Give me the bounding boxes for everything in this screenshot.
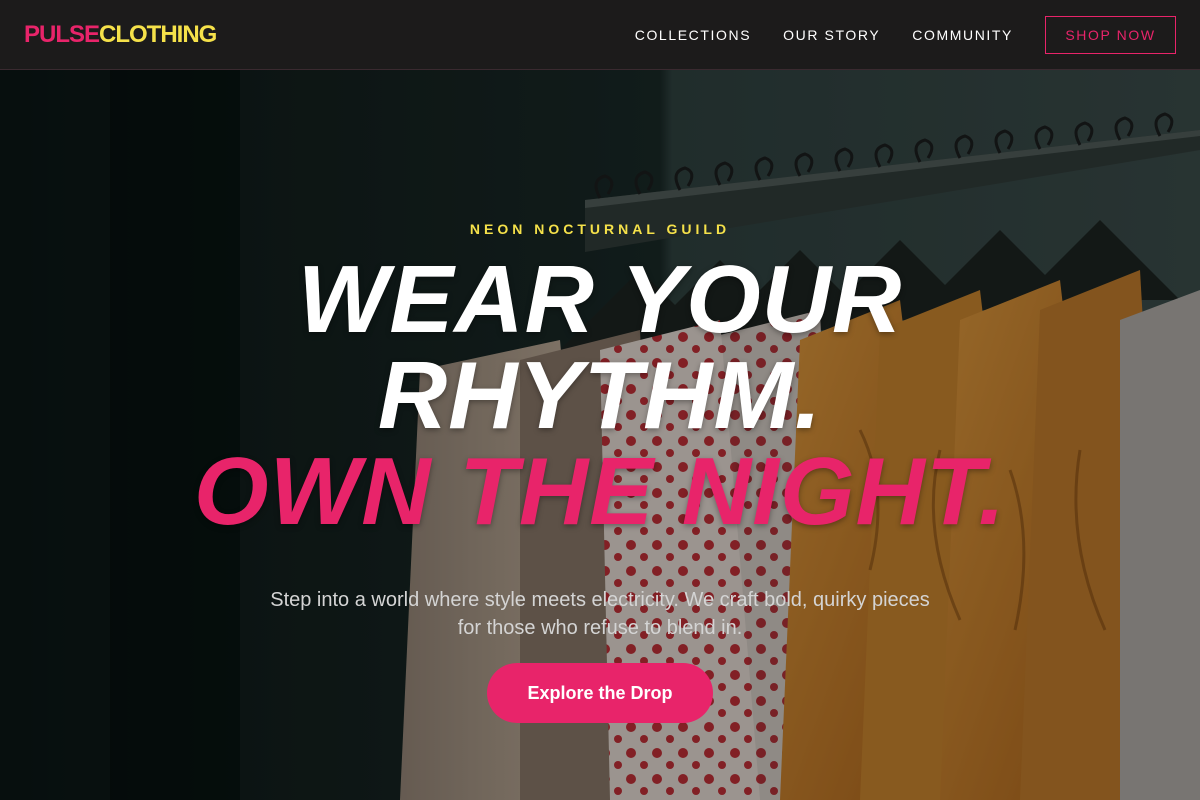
brand-logo[interactable]: PULSECLOTHING xyxy=(24,20,217,49)
nav-link-our-story[interactable]: OUR STORY xyxy=(783,27,880,43)
hero-headline: WEAR YOUR RHYTHM. OWN THE NIGHT. xyxy=(0,252,1200,540)
hero-content: NEON NOCTURNAL GUILD WEAR YOUR RHYTHM. O… xyxy=(0,70,1200,800)
nav-link-community[interactable]: COMMUNITY xyxy=(912,27,1013,43)
nav-link-collections[interactable]: COLLECTIONS xyxy=(635,27,751,43)
hero-subtext: Step into a world where style meets elec… xyxy=(270,589,930,639)
explore-drop-button[interactable]: Explore the Drop xyxy=(487,663,713,723)
hero-section: NEON NOCTURNAL GUILD WEAR YOUR RHYTHM. O… xyxy=(0,70,1200,800)
top-navbar: PULSECLOTHING COLLECTIONS OUR STORY COMM… xyxy=(0,0,1200,70)
brand-logo-part-1: PULSE xyxy=(24,20,100,48)
brand-logo-part-2: CLOTHING xyxy=(99,20,217,48)
headline-line-2: RHYTHM. xyxy=(377,342,823,449)
hero-eyebrow: NEON NOCTURNAL GUILD xyxy=(469,221,731,237)
shop-now-button[interactable]: SHOP NOW xyxy=(1045,15,1176,54)
headline-line-3: OWN THE NIGHT. xyxy=(193,438,1007,545)
headline-line-1: WEAR YOUR xyxy=(297,246,903,353)
main-nav: COLLECTIONS OUR STORY COMMUNITY SHOP NOW xyxy=(635,15,1176,54)
